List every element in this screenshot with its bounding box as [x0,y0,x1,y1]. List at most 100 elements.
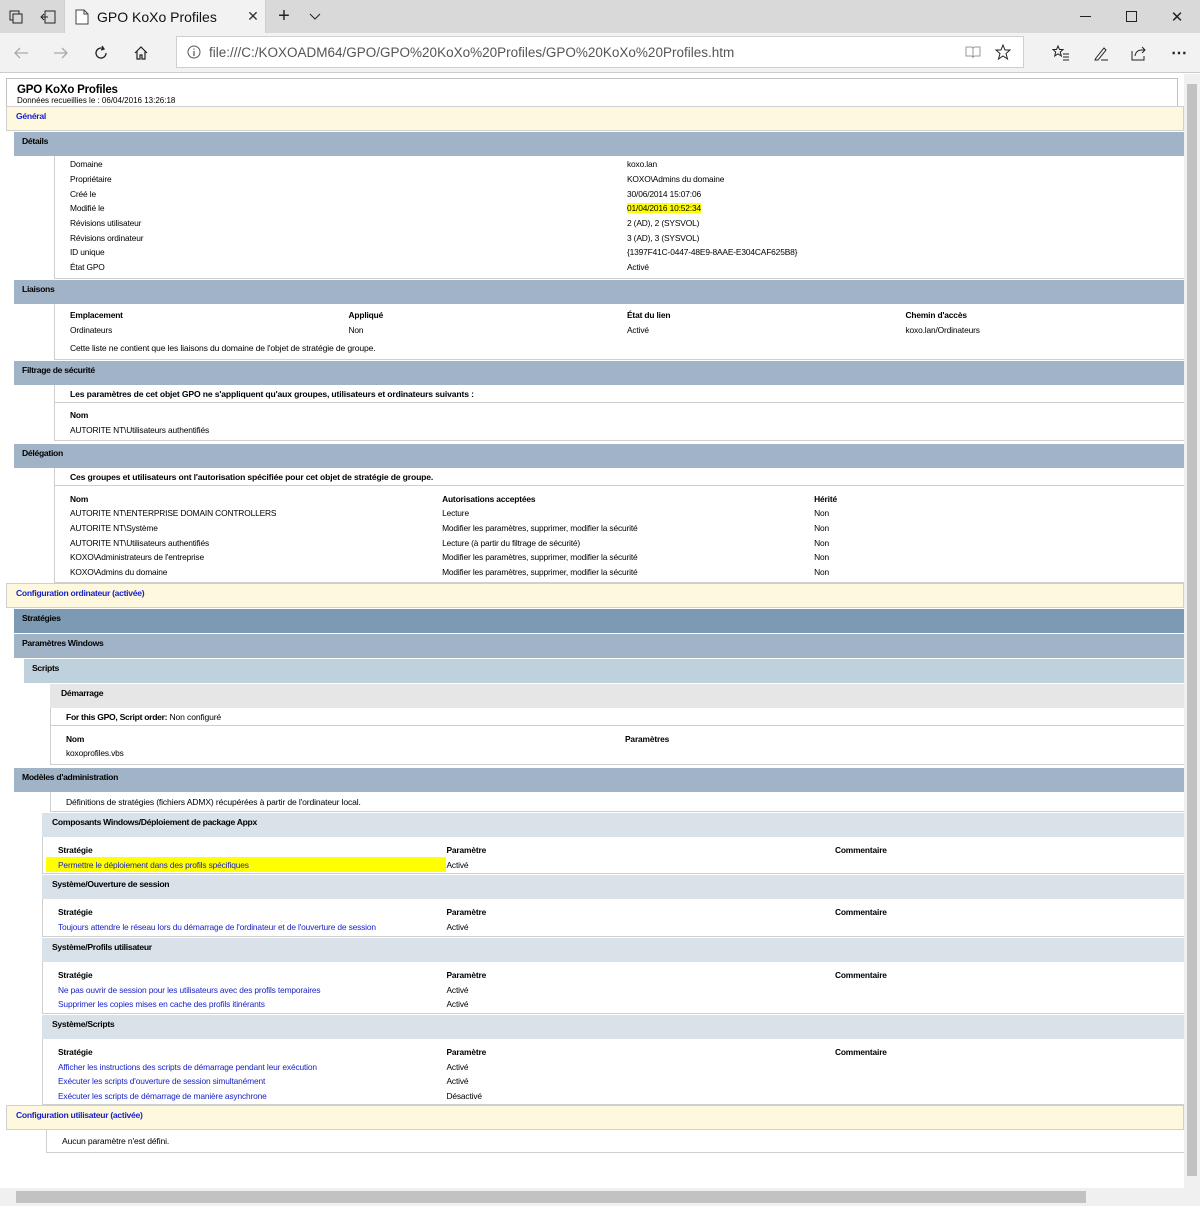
policy-cell: Exécuter les scripts de démarrage de man… [58,1089,446,1104]
refresh-icon[interactable] [86,33,116,73]
section-links[interactable]: Liaisons [14,278,1184,304]
column-header: Stratégie [58,1046,93,1057]
column-header: Stratégie [58,969,93,980]
reading-view-icon[interactable] [965,45,981,59]
table-cell [625,746,1184,761]
policy-table: Stratégie Paramètre Commentaire Permettre l… [58,843,1184,873]
title-bar: GPO KoXo Profiles ✕ + ✕ [0,0,1200,33]
column-header: Commentaire [834,907,887,918]
setting-value: Activé [446,999,469,1010]
comment-cell [835,1059,1184,1074]
column-header: Chemin d'accès [905,309,967,320]
address-bar[interactable]: file:///C:/KOXOADM64/GPO/GPO%20KoXo%20Pr… [176,36,1024,68]
table-cell: Lecture [442,508,469,519]
column-header: Stratégie [58,845,93,856]
policy-row: Exécuter les scripts de démarrage de man… [58,1089,1184,1104]
table-cell: Modifier les paramètres, supprimer, modi… [442,567,638,578]
scripts-table: Nom Paramètres koxoprofiles.vbs [66,731,1184,760]
chevron-down-icon[interactable] [302,0,328,33]
user-config-container: Aucun paramètre n'est défini. [46,1130,1184,1154]
horizontal-scrollbar[interactable] [0,1188,1200,1206]
table-cell: AUTORITE NT\Utilisateurs authentifiés [70,537,210,548]
web-note-icon[interactable] [1086,33,1116,73]
section-startup[interactable]: Démarrage [50,683,1184,709]
table-cell: Lecture (à partir du filtrage de sécurit… [442,537,581,548]
policy-link[interactable]: Permettre le déploiement dans des profil… [58,860,249,870]
close-tab-icon[interactable]: ✕ [241,8,265,25]
table-cell: Modifié le [70,203,105,214]
section-windows-settings[interactable]: Paramètres Windows [14,633,1184,659]
page-viewport[interactable]: GPO KoXo Profiles Données recueillies le… [0,74,1184,1188]
navigation-bar: file:///C:/KOXOADM64/GPO/GPO%20KoXo%20Pr… [0,33,1200,73]
section-user-config[interactable]: Configuration utilisateur (activée) [6,1105,1184,1131]
table-cell: Non [814,537,830,548]
policy-group-heading[interactable]: Système/Profils utilisateur [42,936,1184,962]
new-tab-icon[interactable]: + [270,0,298,33]
section-details[interactable]: Détails [14,131,1184,156]
section-computer-config[interactable]: Configuration ordinateur (activée) [6,583,1184,609]
favorites-hub-icon[interactable] [1046,33,1076,73]
policy-link[interactable]: Toujours attendre le réseau lors du déma… [58,922,376,932]
policy-link[interactable]: Ne pas ouvrir de session pour les utilis… [58,985,321,995]
table-cell: koxoprofiles.vbs [66,748,124,759]
share-icon[interactable] [1124,33,1154,73]
tab-preview-icon[interactable] [0,0,32,33]
minimize-icon[interactable] [1062,0,1108,33]
policy-link[interactable]: Exécuter les scripts d'ouverture de sess… [58,1076,265,1086]
section-security-filtering[interactable]: Filtrage de sécurité [14,359,1184,385]
favorite-star-icon[interactable] [995,44,1011,60]
maximize-icon[interactable] [1108,0,1154,33]
table-row: AUTORITE NT\Système Modifier les paramètr… [70,521,1184,536]
page-icon [75,9,89,24]
section-delegation[interactable]: Délégation [14,443,1184,469]
table-row: Révisions utilisateur 2 (AD), 2 (SYSVOL) [70,216,1184,231]
policy-header-row: Stratégie Paramètre Commentaire [58,843,1184,858]
comment-cell [835,920,1184,935]
column-header: Paramètre [446,845,487,856]
section-general[interactable]: Général [6,106,1184,131]
table-cell: Modifier les paramètres, supprimer, modi… [442,552,638,563]
set-aside-tabs-icon[interactable] [32,0,64,33]
table-cell: AUTORITE NT\Utilisateurs authentifiés [70,424,210,435]
policy-group-heading[interactable]: Système/Ouverture de session [42,874,1184,900]
delegation-intro: Ces groupes et utilisateurs ont l'autori… [70,472,434,483]
policy-group-container: Stratégie Paramètre Commentaire Afficher le… [42,1038,1184,1106]
security-intro-container: Les paramètres de cet objet GPO ne s'app… [54,384,1184,403]
info-icon[interactable] [187,45,201,59]
policy-link[interactable]: Supprimer les copies mises en cache des … [58,999,265,1009]
back-icon[interactable] [6,33,36,73]
more-menu-icon[interactable]: ⋯ [1164,33,1194,73]
vertical-scroll-thumb[interactable] [1187,84,1197,1176]
security-table: Nom AUTORITE NT\Utilisateurs authentifié… [70,408,1184,437]
horizontal-scroll-thumb[interactable] [16,1191,1086,1203]
home-icon[interactable] [126,33,156,73]
policy-group-heading[interactable]: Composants Windows/Déploiement de packag… [42,811,1184,837]
comment-cell [835,1074,1184,1089]
table-cell: Modifier les paramètres, supprimer, modi… [442,522,638,533]
section-admin-templates[interactable]: Modèles d'administration [14,766,1184,792]
column-header: Commentaire [834,845,887,856]
table-row: Ordinateurs Non Activé koxo.lan/Ordinateurs [70,322,1184,337]
tab-gpo-koxo-profiles[interactable]: GPO KoXo Profiles ✕ [64,0,266,33]
policy-row: Supprimer les copies mises en cache des … [58,997,1184,1012]
forward-icon[interactable] [46,33,76,73]
policy-group-heading[interactable]: Système/Scripts [42,1013,1184,1039]
policy-link[interactable]: Afficher les instructions des scripts de… [58,1062,317,1072]
table-cell: KOXO\Administrateurs de l'entreprise [70,552,204,563]
policy-link[interactable]: Exécuter les scripts de démarrage de man… [58,1091,267,1101]
close-window-icon[interactable]: ✕ [1154,0,1200,33]
table-cell: Révisions ordinateur [70,232,144,243]
table-cell: Révisions utilisateur [70,218,142,229]
url-text[interactable]: file:///C:/KOXOADM64/GPO/GPO%20KoXo%20Pr… [209,45,965,60]
table-cell: AUTORITE NT\Système [70,522,158,533]
table-cell: 3 (AD), 3 (SYSVOL) [627,232,700,243]
vertical-scrollbar[interactable] [1184,74,1200,1188]
section-scripts[interactable]: Scripts [24,658,1184,684]
delegation-intro-container: Ces groupes et utilisateurs ont l'autori… [54,468,1184,487]
policy-group-container: Stratégie Paramètre Commentaire Permettre l… [42,836,1184,875]
collected-date: Données recueillies le : 06/04/2016 13:2… [17,96,176,105]
table-cell: ID unique [70,247,105,258]
table-row: koxoprofiles.vbs [66,746,1184,761]
section-strategies[interactable]: Stratégies [14,608,1184,634]
table-row: Modifié le 01/04/2016 10:52:34 [70,201,1184,216]
